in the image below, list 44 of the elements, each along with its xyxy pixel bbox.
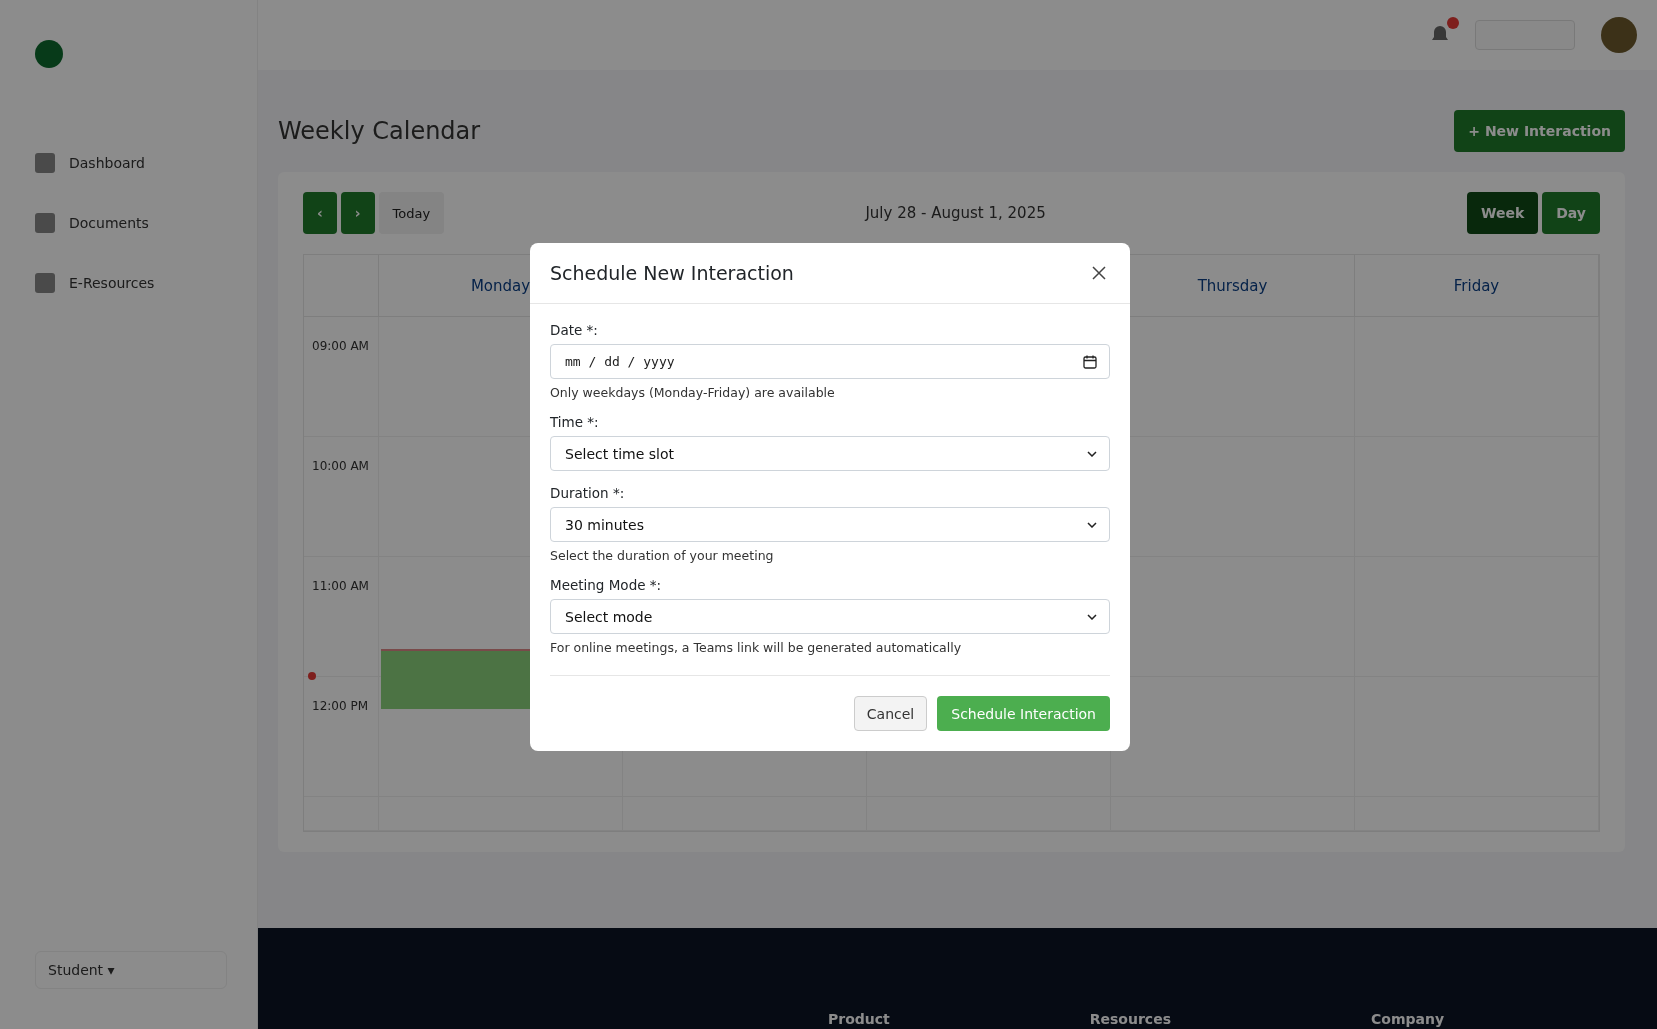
next-button[interactable]: › (340, 192, 375, 234)
time-label: 09:00 AM (312, 339, 369, 353)
select-field[interactable]: 30 minutes (550, 507, 1110, 542)
logo-icon (35, 40, 63, 68)
dialog-title: Schedule New Interaction (550, 262, 794, 284)
date-field[interactable]: mm / dd / yyyy (550, 344, 1110, 379)
new-interaction-button[interactable]: + New Interaction (1454, 110, 1625, 152)
cancel-button[interactable]: Cancel (853, 696, 928, 731)
field-hint: For online meetings, a Teams link will be generated automatically (550, 640, 963, 655)
current-time-dot (308, 672, 316, 680)
field-label: Time *: (550, 414, 600, 430)
page-title: Weekly Calendar (278, 117, 481, 145)
schedule-interaction-button[interactable]: Schedule Interaction (937, 696, 1110, 731)
view-tab[interactable]: Day (1542, 192, 1600, 234)
user-menu-button[interactable]: Student ▾ (35, 951, 227, 989)
avatar[interactable] (1601, 17, 1637, 53)
day-heading: Monday (470, 276, 531, 295)
select-field[interactable]: Select time slot (550, 436, 1110, 471)
date-range: July 28 - August 1, 2025 (865, 204, 1046, 222)
notification-badge (1447, 17, 1459, 29)
field-hint: Only weekdays (Monday-Friday) are available (550, 385, 836, 400)
footer-heading: Resources (1089, 1011, 1171, 1027)
sidebar-item[interactable]: Dashboard (35, 133, 257, 193)
field-label: Duration *: (550, 485, 626, 501)
day-heading: Thursday (1197, 276, 1268, 295)
footer-heading: Company (1371, 1011, 1445, 1027)
chevron-down-icon (1087, 450, 1097, 457)
calendar-icon[interactable] (1083, 354, 1097, 369)
field-hint: Select the duration of your meeting (550, 548, 775, 563)
select-field[interactable]: Select mode (550, 599, 1110, 634)
chevron-down-icon (1087, 613, 1097, 620)
previous-button[interactable]: ‹ (303, 192, 337, 234)
today-button[interactable]: Today (378, 192, 445, 234)
footer-heading: Product (828, 1011, 890, 1027)
chevron-down-icon (1087, 521, 1097, 528)
sidebar-item[interactable]: Documents (35, 193, 257, 253)
time-label: 11:00 AM (312, 579, 369, 593)
time-label: 10:00 AM (312, 459, 369, 473)
view-tab[interactable]: Week (1466, 192, 1539, 234)
sidebar-item[interactable]: E-Resources (35, 253, 257, 313)
time-label: 12:00 PM (312, 699, 368, 713)
field-label: Meeting Mode *: (550, 577, 663, 593)
field-label: Date *: (550, 322, 599, 338)
day-heading: Friday (1453, 276, 1500, 295)
